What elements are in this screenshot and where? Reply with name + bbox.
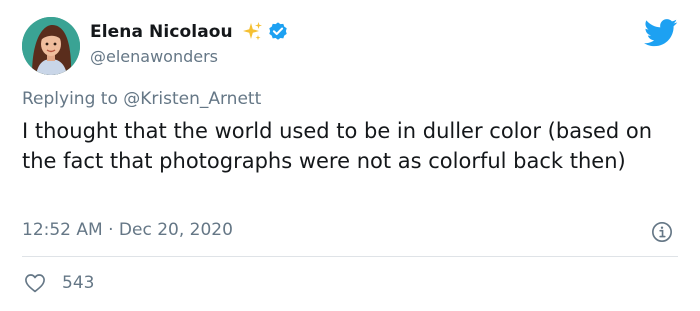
replying-to: Replying to @Kristen_Arnett: [22, 89, 261, 109]
author-handle[interactable]: @elenawonders: [90, 47, 218, 66]
twitter-bird-icon[interactable]: [644, 19, 678, 47]
avatar[interactable]: [22, 17, 80, 75]
verified-badge-icon: [269, 22, 287, 40]
divider: [22, 256, 678, 257]
author-name-row: Elena Nicolaou: [90, 20, 289, 44]
tweet-card: Elena Nicolaou @elenawonders Replying to…: [0, 0, 700, 311]
info-icon[interactable]: [651, 221, 673, 243]
like-count: 543: [62, 273, 95, 293]
replying-to-prefix: Replying to: [22, 89, 124, 109]
tweet-text: I thought that the world used to be in d…: [22, 119, 653, 173]
like-button[interactable]: 543: [24, 271, 94, 295]
heart-icon[interactable]: [24, 273, 46, 293]
tweet-timestamp[interactable]: 12:52 AM · Dec 20, 2020: [22, 220, 233, 240]
reply-mention-link[interactable]: @Kristen_Arnett: [123, 89, 261, 109]
avatar-illustration: [22, 17, 80, 75]
display-name[interactable]: Elena Nicolaou: [90, 22, 233, 42]
sparkles-icon: [242, 22, 262, 41]
